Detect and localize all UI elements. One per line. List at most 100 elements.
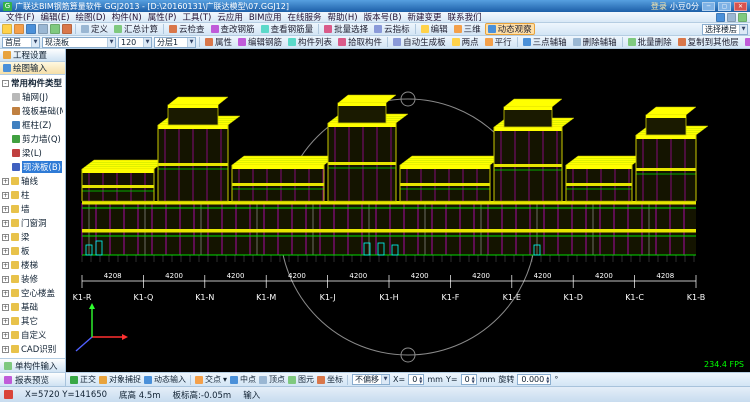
toolbar-element-button-11[interactable]: 尺寸标注	[743, 36, 750, 48]
element-type-combo[interactable]: 现浇板 ▼	[42, 36, 116, 48]
menu-item-2[interactable]: 绘图(D)	[73, 12, 109, 22]
tree-group-12[interactable]: + CAD识别	[0, 342, 65, 356]
snap-mode-1[interactable]: 中点	[230, 374, 256, 385]
toolbar-main-button-8[interactable]: 三维	[452, 23, 483, 35]
expand-icon[interactable]: +	[2, 317, 9, 325]
toolbar-element-button-4[interactable]: 自动生成板	[391, 36, 448, 48]
print-icon[interactable]	[38, 24, 48, 34]
tree-item-0[interactable]: 轴网(J)	[0, 90, 65, 104]
menu-item-7[interactable]: BIM应用	[246, 12, 285, 22]
close-button[interactable]: ✕	[734, 1, 747, 11]
menu-item-12[interactable]: 联系我们	[445, 12, 485, 22]
collapse-icon[interactable]: -	[2, 79, 9, 87]
menu-item-10[interactable]: 版本号(B)	[361, 12, 405, 22]
expand-icon[interactable]: +	[2, 345, 9, 353]
login-button[interactable]: 登录	[651, 1, 667, 12]
menu-item-5[interactable]: 工具(T)	[180, 12, 215, 22]
tree-group-8[interactable]: + 空心楼盖	[0, 286, 65, 300]
toolbar-element-button-2[interactable]: 构件列表	[286, 36, 334, 48]
tab-single-element-input[interactable]: 单构件输入	[0, 358, 65, 372]
lock-icon[interactable]	[727, 12, 736, 22]
menu-item-3[interactable]: 构件(N)	[109, 12, 145, 22]
tree-group-2[interactable]: + 墙	[0, 202, 65, 216]
maximize-button[interactable]: ▢	[718, 1, 731, 11]
tree-group-3[interactable]: + 门窗洞	[0, 216, 65, 230]
tree-item-2[interactable]: 框柱(Z)	[0, 118, 65, 132]
toolbar-main-button-9[interactable]: 动态观察	[484, 23, 535, 35]
thickness-combo[interactable]: 120 ▼	[118, 36, 152, 48]
toolbar-main-button-1[interactable]: 汇总计算	[112, 23, 160, 35]
tree-group-9[interactable]: + 基础	[0, 300, 65, 314]
toolbar-element-button-9[interactable]: 批量删除	[626, 36, 674, 48]
expand-icon[interactable]: +	[2, 233, 9, 241]
tree-group-7[interactable]: + 装修	[0, 272, 65, 286]
tree-group-1[interactable]: + 柱	[0, 188, 65, 202]
tree-item-1[interactable]: 筏板基础(M)	[0, 104, 65, 118]
toolbar-element-button-5[interactable]: 两点	[450, 36, 481, 48]
expand-icon[interactable]: +	[2, 275, 9, 283]
toolbar-element-button-7[interactable]: 三点辅轴	[521, 36, 569, 48]
offset-y-input[interactable]: 0 ▲ ▼	[460, 374, 477, 385]
tree-group-10[interactable]: + 其它	[0, 314, 65, 328]
save-icon[interactable]	[26, 24, 36, 34]
open-icon[interactable]	[14, 24, 24, 34]
expand-icon[interactable]: +	[2, 191, 9, 199]
offset-x-input[interactable]: 0 ▲ ▼	[408, 374, 425, 385]
toolbar-element-button-0[interactable]: 属性	[203, 36, 234, 48]
tree-root[interactable]: - 常用构件类型	[0, 76, 65, 90]
current-floor-combo[interactable]: 首层 ▼	[2, 36, 40, 48]
tree-item-4[interactable]: 梁(L)	[0, 146, 65, 160]
toolbar-main-button-7[interactable]: 编辑	[419, 23, 450, 35]
minimize-button[interactable]: ─	[702, 1, 715, 11]
floor-select-combo[interactable]: 选择楼层 ▼	[702, 23, 748, 35]
viewport-3d[interactable]: 4208 4200 4200 4200 4200 4200 4200 4200 4200 4208…	[66, 49, 750, 372]
tab-project-settings[interactable]: 工程设置	[0, 49, 65, 62]
tree-item-5[interactable]: 现浇板(B)	[0, 160, 65, 174]
menu-item-9[interactable]: 帮助(H)	[325, 12, 361, 22]
snap-mode-3[interactable]: 图元	[288, 374, 314, 385]
snap-mode-2[interactable]: 顶点	[259, 374, 285, 385]
tree-group-11[interactable]: + 自定义	[0, 328, 65, 342]
spinner-arrows-icon[interactable]: ▲ ▼	[419, 375, 422, 384]
snap-mode-4[interactable]: 坐标	[317, 374, 343, 385]
toolbar-main-button-4[interactable]: 查看钢筋量	[259, 23, 316, 35]
menu-item-1[interactable]: 编辑(E)	[38, 12, 73, 22]
toolbar-main-button-5[interactable]: 批量选择	[322, 23, 370, 35]
redo-icon[interactable]	[62, 24, 72, 34]
expand-icon[interactable]: +	[2, 331, 9, 339]
snap-mode-0[interactable]: 交点 ▾	[195, 374, 227, 385]
offset-combo[interactable]: 不偏移 ▼	[352, 374, 391, 385]
expand-icon[interactable]: +	[2, 303, 9, 311]
expand-icon[interactable]: +	[2, 247, 9, 255]
tab-report-preview[interactable]: 报表预览	[0, 372, 65, 386]
tree-group-6[interactable]: + 楼梯	[0, 258, 65, 272]
snap-toggle-2[interactable]: 动态输入	[144, 374, 186, 385]
expand-icon[interactable]: +	[2, 289, 9, 297]
expand-icon[interactable]: +	[2, 261, 9, 269]
spinner-arrows-icon[interactable]: ▲ ▼	[546, 375, 549, 384]
toolbar-main-button-2[interactable]: 云检查	[167, 23, 207, 35]
spinner-arrows-icon[interactable]: ▲ ▼	[472, 375, 475, 384]
undo-icon[interactable]	[50, 24, 60, 34]
layer-combo[interactable]: 分层1 ▼	[154, 36, 196, 48]
rotate-input[interactable]: 0.000 ▲ ▼	[517, 374, 552, 385]
menu-item-4[interactable]: 属性(P)	[145, 12, 180, 22]
help-icon[interactable]	[738, 12, 747, 22]
toolbar-main-button-6[interactable]: 云指标	[372, 23, 412, 35]
tree-group-5[interactable]: + 板	[0, 244, 65, 258]
grid-icon[interactable]	[716, 12, 725, 22]
toolbar-element-button-6[interactable]: 平行	[483, 36, 514, 48]
expand-icon[interactable]: +	[2, 177, 9, 185]
toolbar-element-button-10[interactable]: 复制到其他层	[676, 36, 741, 48]
snap-toggle-0[interactable]: 正交	[70, 374, 96, 385]
tree-group-0[interactable]: + 轴线	[0, 174, 65, 188]
tree-group-4[interactable]: + 梁	[0, 230, 65, 244]
toolbar-element-button-1[interactable]: 编辑钢筋	[236, 36, 284, 48]
toolbar-main-button-3[interactable]: 查改钢筋	[209, 23, 257, 35]
expand-icon[interactable]: +	[2, 219, 9, 227]
menu-item-11[interactable]: 新建变更	[405, 12, 445, 22]
toolbar-main-button-0[interactable]: 定义	[79, 23, 110, 35]
snap-toggle-1[interactable]: 对象捕捉	[99, 374, 141, 385]
new-icon[interactable]	[2, 24, 12, 34]
toolbar-element-button-3[interactable]: 拾取构件	[336, 36, 384, 48]
